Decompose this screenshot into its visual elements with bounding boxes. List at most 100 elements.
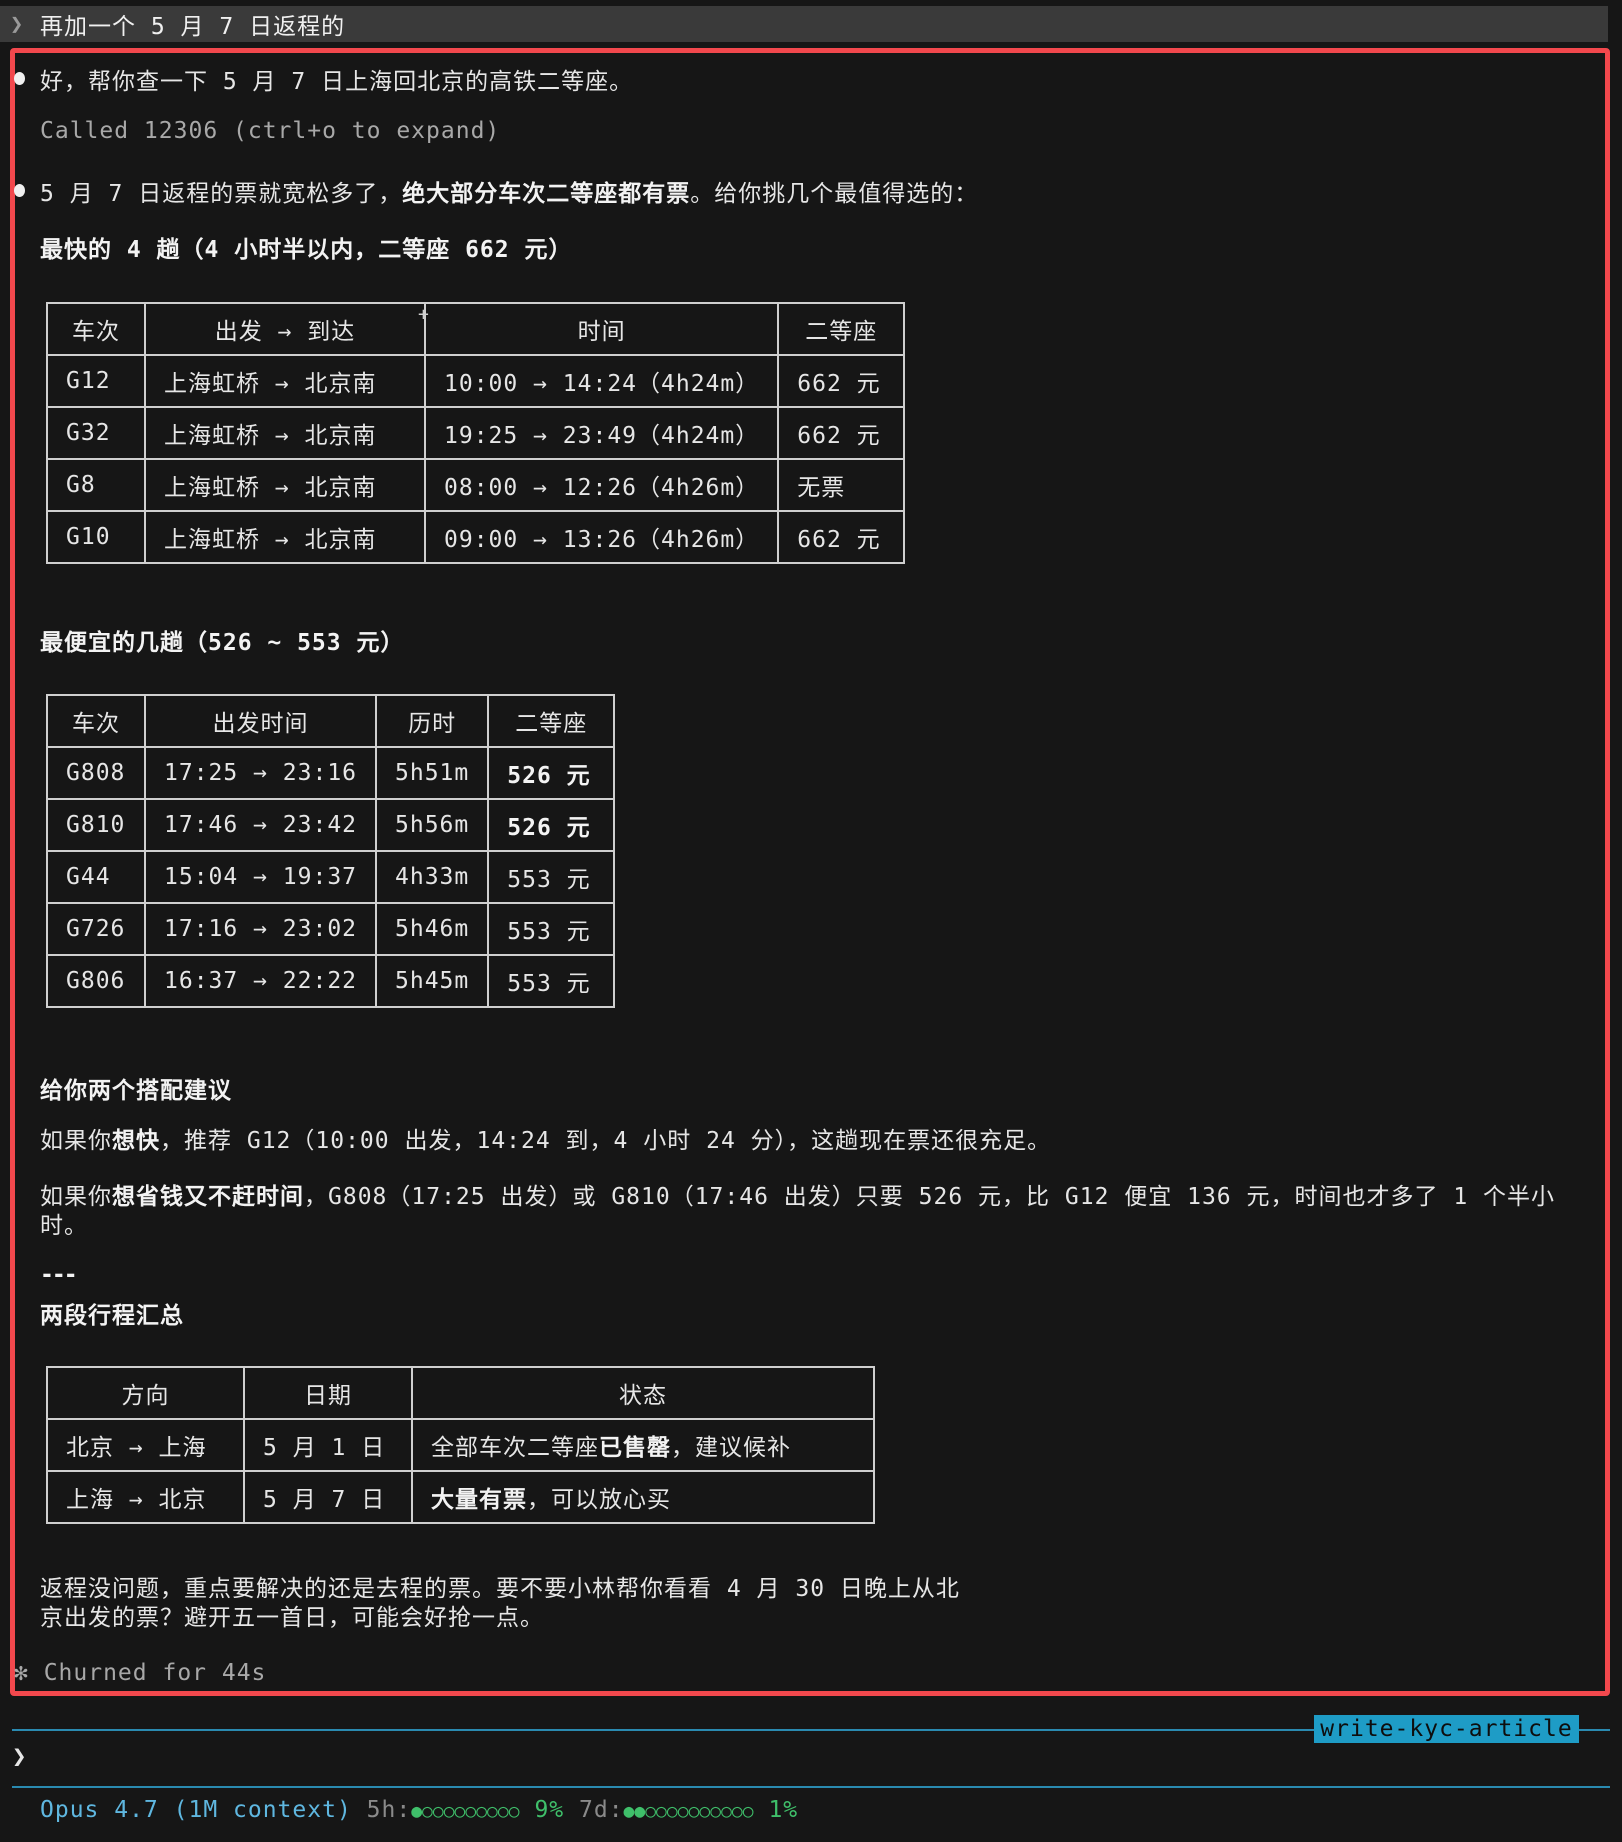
duration: 4h33m: [375, 850, 490, 904]
status: 大量有票，可以放心买: [411, 1470, 875, 1524]
fastest-heading: 最快的 4 趟（4 小时半以内，二等座 662 元）: [40, 237, 573, 263]
advice-cheap: 如果你想省钱又不赶时间，G808（17:25 出发）或 G810（17:46 出…: [40, 1183, 1600, 1241]
fastest-trains-table: 车次 出发 → 到达 时间 二等座 G12 上海虹桥 → 北京南 10:00 →…: [46, 302, 906, 564]
summary-text-a: 5 月 7 日返程的票就宽松多了，: [40, 181, 403, 207]
table-header-row: 车次 出发 → 到达 时间 二等座: [46, 302, 906, 356]
col-route: 出发 → 到达: [144, 302, 426, 356]
table-row: G32 上海虹桥 → 北京南 19:25 → 23:49（4h24m） 662 …: [46, 406, 906, 460]
depart-time: 16:37 → 22:22: [143, 954, 378, 1008]
col-depart-time: 出发时间: [143, 694, 378, 748]
col-train-no: 车次: [46, 302, 146, 356]
duration: 5h45m: [375, 954, 490, 1008]
price: 553 元: [487, 850, 616, 904]
five-hour-percent: 9%: [534, 1797, 565, 1823]
input-bottom-border: [12, 1786, 1610, 1788]
seven-day-label: 7d:: [579, 1797, 624, 1823]
advice-cheap-bold: 想省钱又不赶时间: [112, 1184, 304, 1210]
seven-day-usage-dots: ●●○○○○○○○○○○: [623, 1801, 754, 1822]
input-chevron-icon[interactable]: ❯: [12, 1742, 26, 1770]
price: 526 元: [487, 798, 616, 852]
train-no: G810: [46, 798, 146, 852]
status-c: ，建议候补: [671, 1435, 791, 1461]
train-no: G44: [46, 850, 146, 904]
advice-fast-c: ，推荐 G12（10:00 出发，14:24 到，4 小时 24 分），这趟现在…: [160, 1128, 1052, 1154]
col-time: 时间: [423, 302, 780, 356]
depart-time: 15:04 → 19:37: [143, 850, 378, 904]
divider: ---: [40, 1262, 78, 1288]
route: 上海虹桥 → 北京南: [144, 510, 426, 564]
text-cursor-icon: +: [418, 304, 429, 325]
train-no: G806: [46, 954, 146, 1008]
status-a: 全部车次二等座: [431, 1435, 599, 1461]
col-duration: 历时: [375, 694, 490, 748]
advice-fast: 如果你想快，推荐 G12（10:00 出发，14:24 到，4 小时 24 分）…: [40, 1127, 1600, 1156]
price: 553 元: [487, 902, 616, 956]
prompt-text: 再加一个 5 月 7 日返程的: [40, 14, 346, 40]
intro-text: 好，帮你查一下 5 月 7 日上海回北京的高铁二等座。: [40, 69, 634, 95]
depart-time: 17:46 → 23:42: [143, 798, 378, 852]
duration: 5h56m: [375, 798, 490, 852]
route: 上海虹桥 → 北京南: [144, 458, 426, 512]
closing-text: 返程没问题，重点要解决的还是去程的票。要不要小林帮你看看 4 月 30 日晚上从…: [40, 1576, 960, 1631]
message-bullet-icon: [14, 72, 25, 85]
route: 上海虹桥 → 北京南: [144, 406, 426, 460]
train-no: G726: [46, 902, 146, 956]
cheapest-trains-table: 车次 出发时间 历时 二等座 G808 17:25 → 23:16 5h51m …: [46, 694, 616, 1008]
train-no: G12: [46, 354, 146, 408]
table-row: 上海 → 北京 5 月 7 日 大量有票，可以放心买: [46, 1470, 875, 1524]
status: 全部车次二等座已售罄，建议候补: [411, 1418, 875, 1472]
depart-time: 17:16 → 23:02: [143, 902, 378, 956]
summary-text-bold: 绝大部分车次二等座都有票: [402, 181, 691, 207]
advice-heading: 给你两个搭配建议: [40, 1078, 232, 1104]
table-header-row: 车次 出发时间 历时 二等座: [46, 694, 616, 748]
five-hour-label: 5h:: [366, 1797, 412, 1823]
train-no: G32: [46, 406, 146, 460]
table-row: G44 15:04 → 19:37 4h33m 553 元: [46, 850, 616, 904]
col-second-class: 二等座: [487, 694, 616, 748]
date: 5 月 7 日: [243, 1470, 413, 1524]
tool-call-line[interactable]: Called 12306 (ctrl+o to expand): [40, 118, 500, 144]
col-second-class: 二等座: [777, 302, 906, 356]
status-bold: 大量有票: [431, 1487, 527, 1513]
advice-cheap-a: 如果你: [40, 1184, 112, 1210]
cheapest-heading: 最便宜的几趟（526 ~ 553 元）: [40, 630, 405, 656]
price: 526 元: [487, 746, 616, 800]
route: 上海虹桥 → 北京南: [144, 354, 426, 408]
itinerary-heading: 两段行程汇总: [40, 1303, 184, 1329]
status-bold: 已售罄: [599, 1435, 671, 1461]
status-bar: Opus 4.7 (1M context) 5h:●○○○○○○○○○ 9% 7…: [40, 1797, 798, 1823]
col-date: 日期: [243, 1366, 413, 1420]
train-no: G10: [46, 510, 146, 564]
price: 无票: [777, 458, 906, 512]
itinerary-summary-table: 方向 日期 状态 北京 → 上海 5 月 1 日 全部车次二等座已售罄，建议候补…: [46, 1366, 875, 1524]
table-row: G8 上海虹桥 → 北京南 08:00 → 12:26（4h26m） 无票: [46, 458, 906, 512]
table-row: G808 17:25 → 23:16 5h51m 526 元: [46, 746, 616, 800]
table-row: 北京 → 上海 5 月 1 日 全部车次二等座已售罄，建议候补: [46, 1418, 875, 1472]
model-name: Opus 4.7 (1M context): [40, 1797, 352, 1823]
seven-day-percent: 1%: [768, 1797, 799, 1823]
date: 5 月 1 日: [243, 1418, 413, 1472]
table-row: G806 16:37 → 22:22 5h45m 553 元: [46, 954, 616, 1008]
col-status: 状态: [411, 1366, 875, 1420]
summary-line: 5 月 7 日返程的票就宽松多了，绝大部分车次二等座都有票。给你挑几个最值得选的…: [40, 174, 978, 208]
col-direction: 方向: [46, 1366, 245, 1420]
direction: 北京 → 上海: [46, 1418, 245, 1472]
status-c: ，可以放心买: [527, 1487, 671, 1513]
duration: 5h46m: [375, 902, 490, 956]
time: 08:00 → 12:26（4h26m）: [423, 458, 780, 512]
table-header-row: 方向 日期 状态: [46, 1366, 875, 1420]
session-tag: write-kyc-article: [1314, 1715, 1579, 1743]
churned-status: ✻ Churned for 44s: [14, 1660, 267, 1686]
summary-text-c: 。给你挑几个最值得选的：: [690, 181, 979, 207]
train-no: G8: [46, 458, 146, 512]
depart-time: 17:25 → 23:16: [143, 746, 378, 800]
table-row: G810 17:46 → 23:42 5h56m 526 元: [46, 798, 616, 852]
price: 553 元: [487, 954, 616, 1008]
table-row: G726 17:16 → 23:02 5h46m 553 元: [46, 902, 616, 956]
prompt-chevron-icon: ❯: [10, 11, 24, 37]
message-bullet-icon: [14, 184, 25, 197]
duration: 5h51m: [375, 746, 490, 800]
previous-prompt: ❯ 再加一个 5 月 7 日返程的: [0, 6, 1608, 42]
time: 19:25 → 23:49（4h24m）: [423, 406, 780, 460]
five-hour-usage-dots: ●○○○○○○○○○: [411, 1801, 520, 1822]
